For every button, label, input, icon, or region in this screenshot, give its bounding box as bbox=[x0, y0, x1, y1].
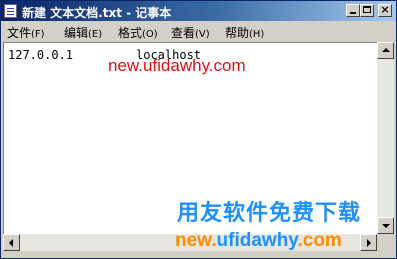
watermark-com: .com bbox=[297, 230, 342, 251]
menu-bar: 文件(F) 编辑(E) 格式(O) 查看(V) 帮助(H) bbox=[1, 21, 396, 41]
maximize-icon bbox=[363, 6, 371, 13]
close-icon: × bbox=[380, 3, 390, 16]
watermark-new: new bbox=[175, 230, 212, 251]
menu-edit-accel: (E) bbox=[88, 29, 103, 40]
close-button[interactable]: × bbox=[378, 3, 392, 17]
watermark-url-bottom: new.ufidawhy.com bbox=[175, 230, 342, 252]
scroll-left-button[interactable] bbox=[3, 234, 20, 251]
notepad-icon[interactable] bbox=[4, 4, 17, 18]
menu-edit[interactable]: 编辑(E) bbox=[64, 24, 102, 41]
menu-format[interactable]: 格式(O) bbox=[118, 24, 158, 41]
minimize-button[interactable] bbox=[346, 4, 360, 17]
watermark-url-top: new.ufidawhy.com bbox=[108, 56, 246, 75]
scroll-right-button[interactable] bbox=[360, 234, 377, 251]
menu-file-accel: (F) bbox=[31, 29, 45, 40]
arrow-left-icon bbox=[9, 239, 13, 247]
menu-file-label: 文件 bbox=[7, 26, 32, 40]
size-grip[interactable] bbox=[377, 234, 394, 251]
title-bar[interactable]: 新建 文本文档.txt - 记事本 × bbox=[1, 1, 396, 21]
menu-format-label: 格式 bbox=[118, 26, 143, 40]
watermark-chinese-text: 用友软件免费下载 bbox=[177, 201, 362, 226]
text-editor-area[interactable]: 127.0.0.1 localhost new.ufidawhy.com 用友软… bbox=[3, 42, 377, 234]
menu-edit-label: 编辑 bbox=[64, 26, 89, 40]
menu-file[interactable]: 文件(F) bbox=[7, 24, 45, 41]
window-title: 新建 文本文档.txt - 记事本 bbox=[22, 6, 172, 20]
notepad-window: 新建 文本文档.txt - 记事本 × 文件(F) 编辑(E) 格式(O) 查看… bbox=[0, 0, 397, 259]
vertical-scrollbar[interactable] bbox=[377, 42, 394, 234]
menu-help-accel: (H) bbox=[249, 29, 265, 40]
menu-view[interactable]: 查看(V) bbox=[171, 24, 210, 41]
menu-help-label: 帮助 bbox=[225, 26, 250, 40]
scroll-down-button[interactable] bbox=[377, 217, 394, 234]
menu-view-label: 查看 bbox=[171, 26, 196, 40]
menu-view-accel: (V) bbox=[195, 29, 210, 40]
hosts-ip: 127.0.0.1 bbox=[8, 48, 74, 62]
arrow-up-icon bbox=[382, 48, 390, 52]
menu-help[interactable]: 帮助(H) bbox=[225, 24, 264, 41]
arrow-down-icon bbox=[382, 224, 390, 228]
watermark-host: ufidawhy bbox=[216, 230, 298, 251]
menu-format-accel: (O) bbox=[142, 29, 158, 40]
minimize-icon bbox=[350, 12, 356, 14]
scroll-up-button[interactable] bbox=[377, 42, 394, 59]
maximize-button[interactable] bbox=[360, 4, 374, 17]
arrow-right-icon bbox=[367, 239, 371, 247]
